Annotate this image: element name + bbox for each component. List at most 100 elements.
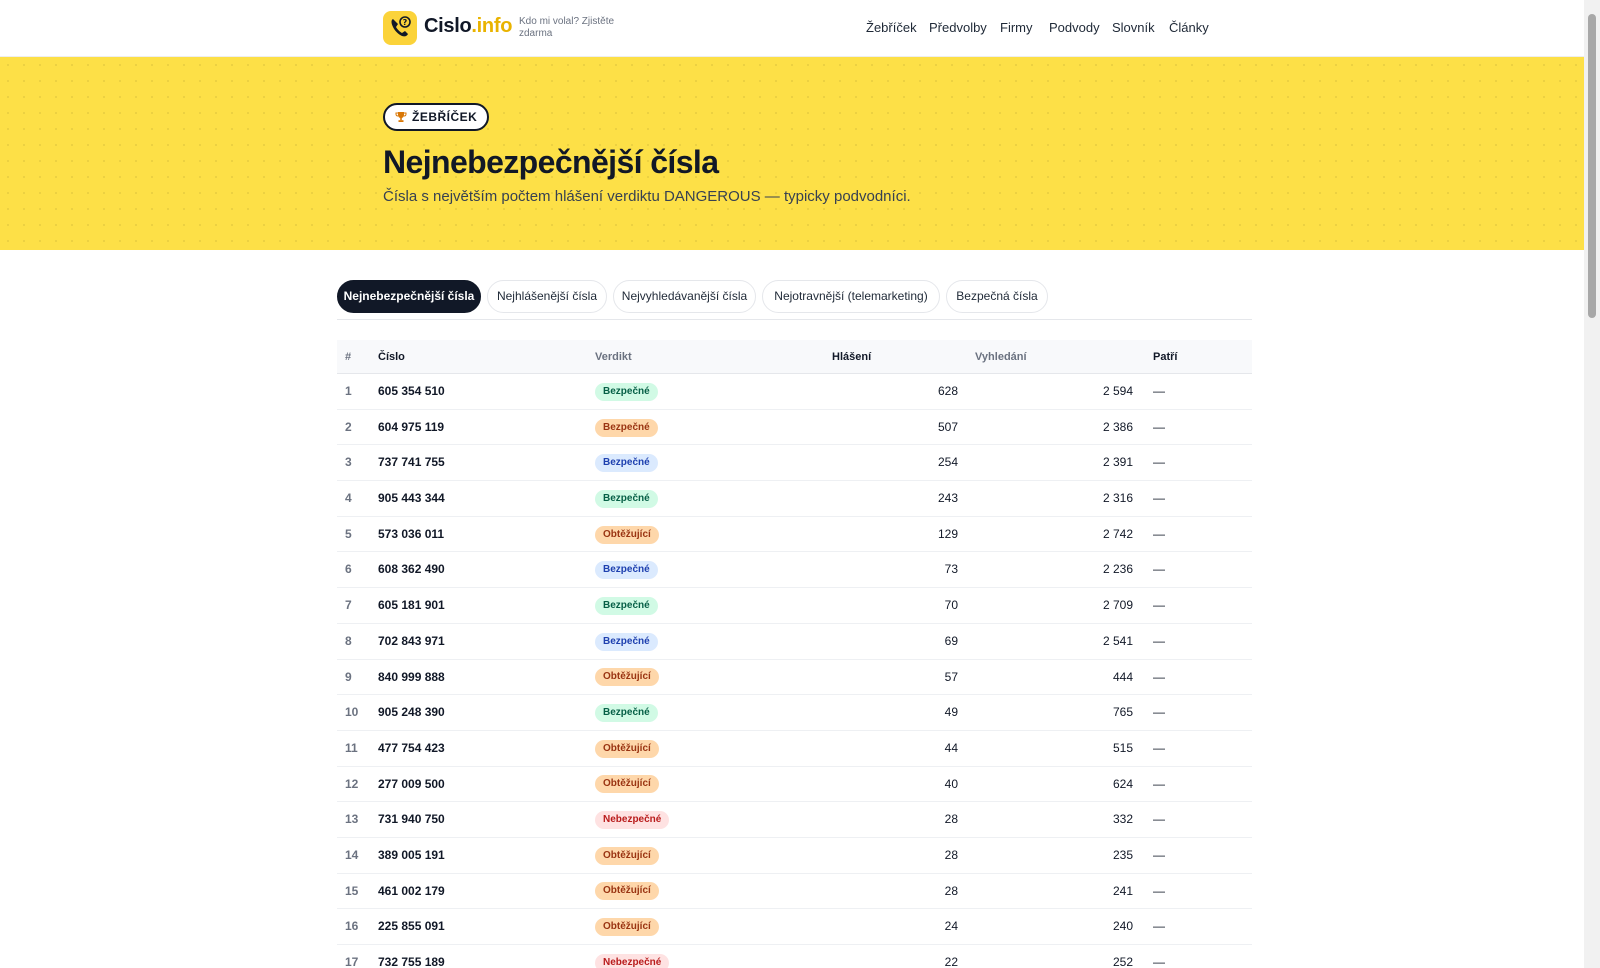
phone-number-link[interactable]: 702 843 971	[378, 624, 445, 659]
table-row[interactable]: 3 737 741 755 Bezpečné 254 2 391 —	[337, 445, 1252, 482]
table-row[interactable]: 12 277 009 500 Obtěžující 40 624 —	[337, 767, 1252, 803]
page-scrollbar[interactable]	[1584, 0, 1600, 968]
tab-nejvyhledavanejsi[interactable]: Nejvyhledávanější čísla	[613, 280, 756, 313]
verdict-badge: Bezpečné	[595, 489, 658, 508]
searches-count: 241	[1112, 883, 1133, 898]
main-nav: Žebříček Předvolby Firmy Podvody Slovník…	[0, 20, 1584, 40]
col-header-verdict[interactable]: Verdikt	[595, 340, 632, 374]
table-row[interactable]: 15 461 002 179 Obtěžující 28 241 —	[337, 874, 1252, 910]
tab-nejotravnejsi[interactable]: Nejotravnější (telemarketing)	[762, 280, 940, 313]
table-row[interactable]: 14 389 005 191 Obtěžující 28 235 —	[337, 838, 1252, 874]
reports-count: 28	[944, 847, 958, 862]
searches-count: 252	[1112, 955, 1133, 968]
verdict-cell: Obtěžující	[595, 909, 659, 944]
owner-value: —	[1153, 776, 1165, 791]
searches-count: 2 709	[1102, 598, 1133, 613]
table-row[interactable]: 11 477 754 423 Obtěžující 44 515 —	[337, 731, 1252, 767]
table-row[interactable]: 6 608 362 490 Bezpečné 73 2 236 —	[337, 552, 1252, 589]
phone-number-link[interactable]: 573 036 011	[378, 517, 444, 552]
phone-number-link[interactable]: 732 755 189	[378, 945, 445, 968]
table-row[interactable]: 4 905 443 344 Bezpečné 243 2 316 —	[337, 481, 1252, 517]
scrollbar-thumb[interactable]	[1588, 14, 1596, 318]
verdict-cell: Bezpečné	[595, 374, 658, 409]
reports-count: 73	[944, 562, 958, 577]
owner-value: —	[1153, 598, 1165, 613]
row-rank: 5	[345, 526, 352, 541]
table-row[interactable]: 5 573 036 011 Obtěžující 129 2 742 —	[337, 517, 1252, 553]
nav-link-zebricek[interactable]: Žebříček	[866, 20, 917, 35]
phone-number-link[interactable]: 477 754 423	[378, 731, 445, 766]
nav-link-firmy[interactable]: Firmy	[1000, 20, 1033, 35]
col-header-number[interactable]: Číslo	[378, 340, 405, 374]
phone-number-link[interactable]: 737 741 755	[378, 445, 445, 480]
row-rank: 17	[345, 955, 359, 968]
searches-count: 515	[1112, 740, 1133, 755]
searches-count: 2 594	[1102, 384, 1133, 398]
phone-number-link[interactable]: 461 002 179	[378, 874, 445, 909]
phone-number-link[interactable]: 604 975 119	[378, 410, 444, 445]
phone-number-link[interactable]: 277 009 500	[378, 767, 445, 802]
owner-value: —	[1153, 847, 1165, 862]
owner-value: —	[1153, 633, 1165, 648]
table-row[interactable]: 16 225 855 091 Obtěžující 24 240 —	[337, 909, 1252, 945]
phone-number-link[interactable]: 605 181 901	[378, 588, 445, 623]
table-row[interactable]: 2 604 975 119 Bezpečné 507 2 386 —	[337, 410, 1252, 446]
phone-number-link[interactable]: 608 362 490	[378, 552, 445, 587]
nav-link-podvody[interactable]: Podvody	[1049, 20, 1100, 35]
row-rank: 1	[345, 384, 352, 398]
owner-value: —	[1153, 955, 1165, 968]
verdict-badge: Bezpečné	[595, 418, 658, 437]
tab-bezpecna[interactable]: Bezpečná čísla	[946, 280, 1048, 313]
verdict-cell: Bezpečné	[595, 552, 658, 587]
table-row[interactable]: 13 731 940 750 Nebezpečné 28 332 —	[337, 802, 1252, 838]
owner-value: —	[1153, 883, 1165, 898]
verdict-badge: Obtěžující	[595, 918, 659, 937]
searches-count: 332	[1112, 812, 1133, 827]
owner-value: —	[1153, 705, 1165, 720]
phone-number-link[interactable]: 840 999 888	[378, 660, 445, 695]
row-rank: 3	[345, 455, 352, 470]
table-row[interactable]: 10 905 248 390 Bezpečné 49 765 —	[337, 695, 1252, 731]
phone-number-link[interactable]: 389 005 191	[378, 838, 445, 873]
row-rank: 10	[345, 705, 359, 720]
owner-value: —	[1153, 812, 1165, 827]
row-rank: 16	[345, 919, 359, 934]
ranking-tabs: Nejnebezpečnější čísla Nejhlášenější čís…	[337, 280, 1252, 313]
phone-number-link[interactable]: 731 940 750	[378, 802, 445, 837]
verdict-cell: Obtěžující	[595, 838, 659, 873]
row-rank: 9	[345, 669, 352, 684]
tab-nejnebezpecnejsi[interactable]: Nejnebezpečnější čísla	[337, 280, 481, 313]
top-navigation-bar: ? Cislo.info Kdo mi volal? Zjistěte zdar…	[0, 0, 1584, 57]
phone-number-link[interactable]: 225 855 091	[378, 909, 445, 944]
owner-value: —	[1153, 455, 1165, 470]
owner-value: —	[1153, 669, 1165, 684]
phone-number-link[interactable]: 905 443 344	[378, 481, 445, 516]
table-header: # Číslo Verdikt Hlášení Vyhledání Patří	[337, 340, 1252, 374]
verdict-cell: Bezpečné	[595, 588, 658, 623]
verdict-cell: Nebezpečné	[595, 802, 670, 837]
table-row[interactable]: 1 605 354 510 Bezpečné 628 2 594 —	[337, 374, 1252, 410]
col-header-searches[interactable]: Vyhledání	[975, 340, 1027, 374]
table-row[interactable]: 7 605 181 901 Bezpečné 70 2 709 —	[337, 588, 1252, 624]
verdict-cell: Obtěžující	[595, 767, 659, 802]
hero-section: ŽEBŘÍČEK Nejnebezpečnější čísla Čísla s …	[0, 57, 1584, 250]
reports-count: 49	[944, 705, 958, 720]
phone-number-link[interactable]: 905 248 390	[378, 695, 445, 730]
nav-link-clanky[interactable]: Články	[1169, 20, 1209, 35]
table-row[interactable]: 17 732 755 189 Nebezpečné 22 252 —	[337, 945, 1252, 968]
table-row[interactable]: 9 840 999 888 Obtěžující 57 444 —	[337, 660, 1252, 696]
nav-link-slovnik[interactable]: Slovník	[1112, 20, 1155, 35]
verdict-cell: Nebezpečné	[595, 945, 670, 968]
searches-count: 624	[1112, 776, 1133, 791]
verdict-cell: Bezpečné	[595, 445, 658, 480]
searches-count: 2 236	[1102, 562, 1133, 577]
phone-number-link[interactable]: 605 354 510	[378, 374, 445, 409]
table-row[interactable]: 8 702 843 971 Bezpečné 69 2 541 —	[337, 624, 1252, 660]
searches-count: 240	[1112, 919, 1133, 934]
row-rank: 15	[345, 883, 359, 898]
reports-count: 28	[944, 812, 958, 827]
col-header-reports[interactable]: Hlášení	[832, 340, 871, 374]
verdict-badge: Obtěžující	[595, 882, 659, 901]
nav-link-predvolby[interactable]: Předvolby	[929, 20, 987, 35]
tab-nejhlasenejsi[interactable]: Nejhlášenější čísla	[487, 280, 607, 313]
